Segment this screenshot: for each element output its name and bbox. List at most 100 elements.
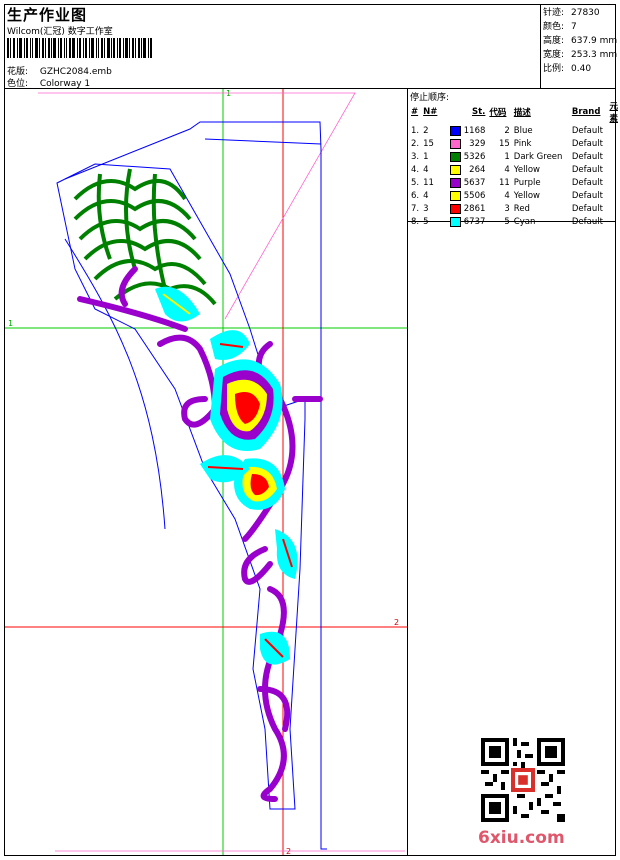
color-swatch xyxy=(449,190,461,201)
lattice-green xyxy=(73,168,217,306)
width-value: 253.3 mm xyxy=(571,50,618,60)
hoop-guide-pink xyxy=(38,92,356,320)
col-index: # xyxy=(411,107,419,117)
stitches-value: 27830 xyxy=(571,8,600,18)
stop-row: 3. 1 5326 1 Dark Green Default xyxy=(409,150,620,163)
stop-code: 5 xyxy=(504,216,510,227)
stop-needle: 15 xyxy=(423,138,434,149)
stop-brand: Default xyxy=(571,125,603,136)
panel-divider xyxy=(407,88,408,856)
design-stats: 针迹: 27830 颜色: 7 高度: 637.9 mm 宽度: 253.3 mm 比例… xyxy=(543,6,617,76)
stop-brand: Default xyxy=(571,164,603,175)
stop-needle: 4 xyxy=(423,164,429,175)
stop-table-header: # N# St. 代码 描述 Brand 元素 xyxy=(409,100,620,124)
stop-brand: Default xyxy=(571,151,603,162)
col-element: 元素 xyxy=(609,102,618,124)
stop-description: Dark Green xyxy=(513,151,563,162)
stop-description: Pink xyxy=(513,138,532,149)
stop-code: 3 xyxy=(504,203,510,214)
stop-stitches: 1168 xyxy=(448,124,488,137)
stop-description: Cyan xyxy=(513,216,536,227)
stop-description: Purple xyxy=(513,177,541,188)
stop-stitches-value: 5506 xyxy=(463,190,486,201)
stop-description: Yellow xyxy=(513,190,540,201)
stop-sequence-table: # N# St. 代码 描述 Brand 元素 1. 2 1168 2 Blue Defa… xyxy=(409,100,620,228)
stop-stitches-value: 5326 xyxy=(463,151,486,162)
stop-code: 11 xyxy=(498,177,510,188)
col-stitches: St. xyxy=(471,107,486,117)
stop-needle: 4 xyxy=(423,190,429,201)
stop-element xyxy=(607,124,620,137)
color-swatch xyxy=(449,125,461,136)
stop-brand: Default xyxy=(571,190,603,201)
stop-index: 5. xyxy=(411,177,420,188)
stop-index: 3. xyxy=(411,151,420,162)
stop-stitches-value: 264 xyxy=(469,164,486,175)
page-title: 生产作业图 xyxy=(7,6,88,24)
color-swatch xyxy=(449,203,461,214)
guide-h1-label: 1 xyxy=(8,319,13,328)
col-description: 描述 xyxy=(513,108,531,118)
col-needle: N# xyxy=(423,107,438,117)
guide-v1-label: 1 xyxy=(226,89,231,98)
stop-code: 2 xyxy=(504,125,510,136)
stop-stitches: 5637 xyxy=(448,176,488,189)
stop-code: 4 xyxy=(504,164,510,175)
stop-brand: Default xyxy=(571,177,603,188)
stop-element xyxy=(607,215,620,228)
stop-element xyxy=(607,137,620,150)
stop-description: Blue xyxy=(513,125,533,136)
stop-row: 8. 5 6737 5 Cyan Default xyxy=(409,215,620,228)
stop-code: 15 xyxy=(498,138,510,149)
stop-stitches: 5326 xyxy=(448,150,488,163)
stop-stitches-value: 1168 xyxy=(463,125,486,136)
stitches-label: 针迹: xyxy=(543,8,565,18)
scale-label: 比例: xyxy=(543,64,565,74)
stop-needle: 5 xyxy=(423,216,429,227)
stop-code: 1 xyxy=(504,151,510,162)
embroidery-preview: 1 1 2 2 xyxy=(5,89,407,855)
stop-index: 7. xyxy=(411,203,420,214)
watermark: 6xiu.com xyxy=(478,828,565,848)
stop-stitches: 329 xyxy=(448,137,488,150)
stop-needle: 2 xyxy=(423,125,429,136)
stop-stitches: 2861 xyxy=(448,202,488,215)
stop-stitches-value: 2861 xyxy=(463,203,486,214)
stats-divider xyxy=(540,4,541,88)
stop-stitches: 264 xyxy=(448,163,488,176)
colors-value: 7 xyxy=(571,22,577,32)
outline-outer xyxy=(64,121,327,850)
stop-element xyxy=(607,202,620,215)
color-swatch xyxy=(449,177,461,188)
stop-index: 4. xyxy=(411,164,420,175)
stop-stitches-value: 329 xyxy=(469,138,486,149)
studio-name: Wilcom(汇冠) 数字工作室 xyxy=(7,27,113,37)
stop-stitches: 5506 xyxy=(448,189,488,202)
flower-main xyxy=(210,359,285,510)
color-swatch xyxy=(449,138,461,149)
stop-description: Yellow xyxy=(513,164,540,175)
stop-stitches-value: 6737 xyxy=(463,216,486,227)
barcode xyxy=(7,38,152,58)
colors-label: 颜色: xyxy=(543,22,565,32)
width-label: 宽度: xyxy=(543,50,565,60)
stop-brand: Default xyxy=(571,203,603,214)
stop-row: 5. 11 5637 11 Purple Default xyxy=(409,176,620,189)
guide-h2-label: 2 xyxy=(394,618,399,627)
stop-row: 6. 4 5506 4 Yellow Default xyxy=(409,189,620,202)
scale-value: 0.40 xyxy=(571,64,592,74)
stop-element xyxy=(607,150,620,163)
stop-brand: Default xyxy=(571,216,603,227)
qr-code xyxy=(481,738,565,822)
col-brand: Brand xyxy=(571,107,601,117)
stop-element xyxy=(607,176,620,189)
stop-index: 6. xyxy=(411,190,420,201)
col-code: 代码 xyxy=(489,108,507,118)
stop-description: Red xyxy=(513,203,530,214)
stop-index: 2. xyxy=(411,138,420,149)
stop-row: 1. 2 1168 2 Blue Default xyxy=(409,124,620,137)
stop-element xyxy=(607,189,620,202)
color-swatch xyxy=(449,151,461,162)
stop-index: 1. xyxy=(411,125,420,136)
stop-row: 7. 3 2861 3 Red Default xyxy=(409,202,620,215)
